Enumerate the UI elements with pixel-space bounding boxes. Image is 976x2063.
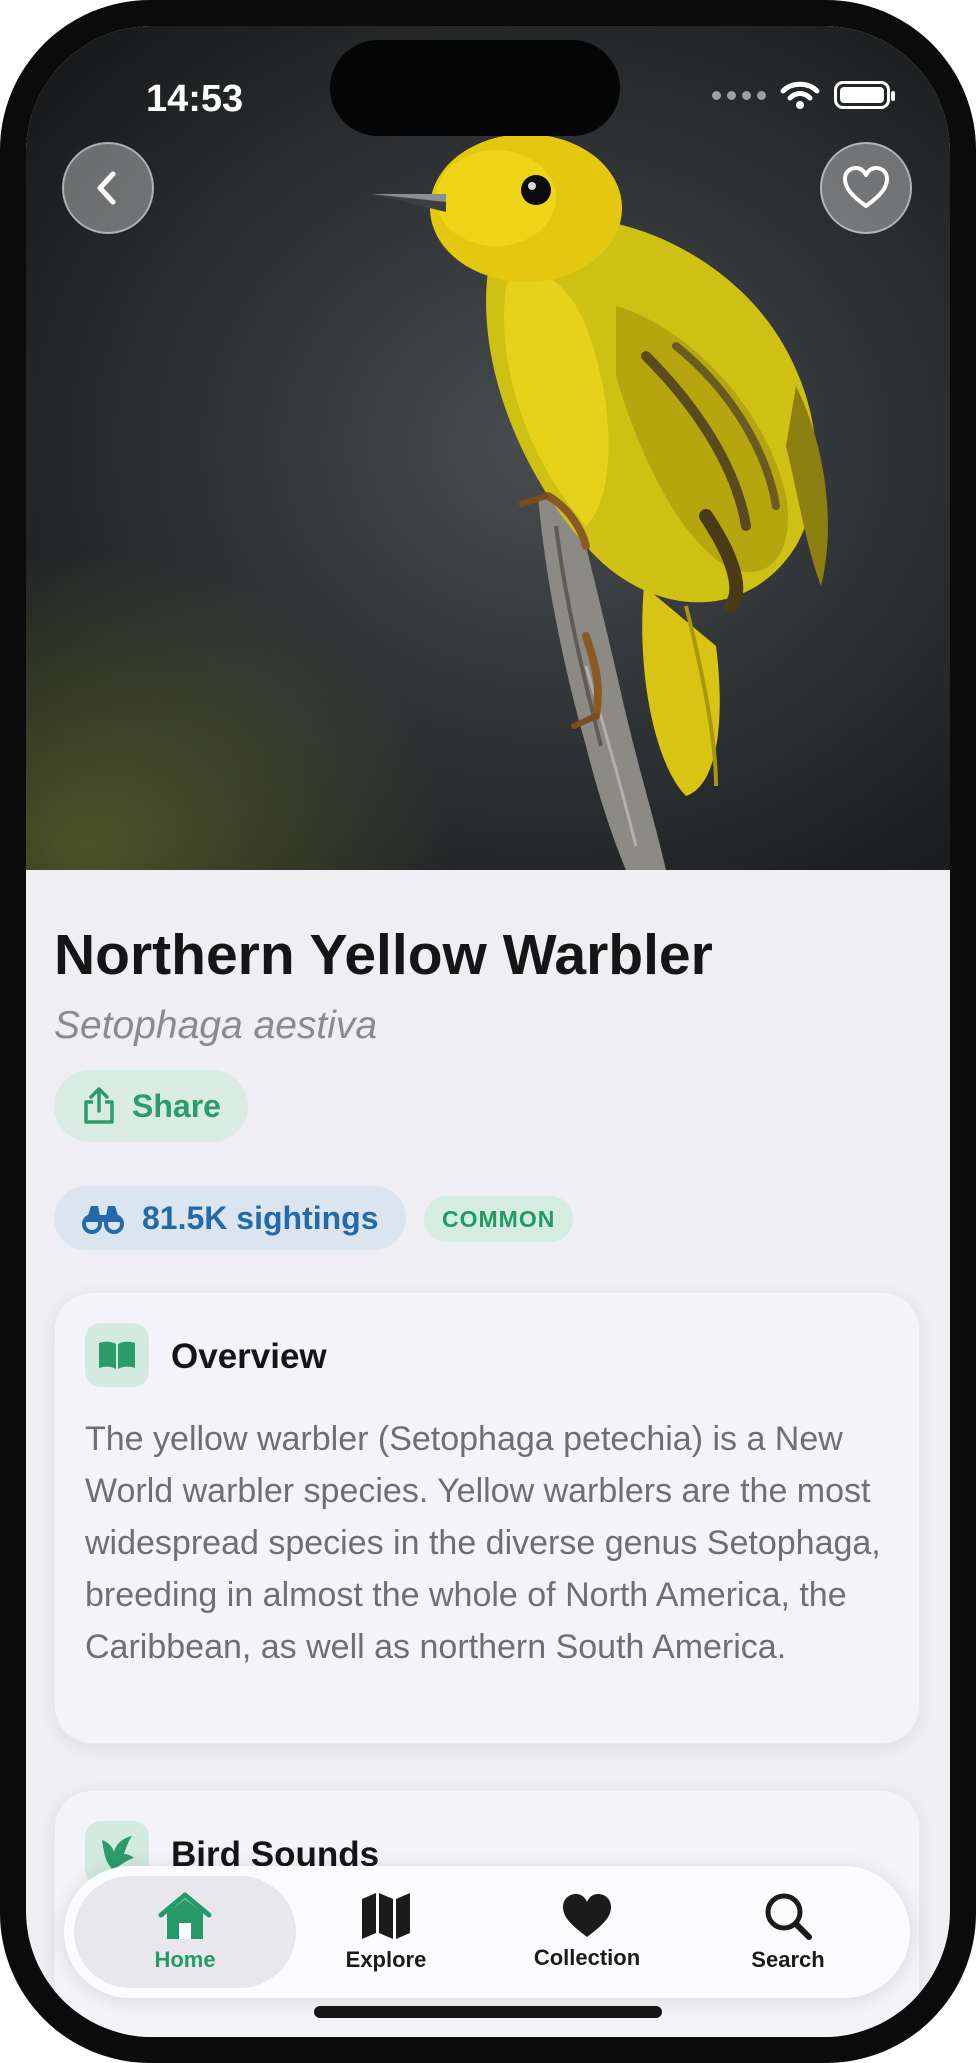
overview-text: The yellow warbler (Setophaga petechia) … bbox=[85, 1420, 881, 1666]
device-frame: 14:53 Northern Yellow Warbler Setophaga … bbox=[0, 0, 976, 2063]
open-book-icon bbox=[99, 1341, 135, 1369]
tab-bar: Home Explore Collection Search bbox=[64, 1866, 910, 1998]
tab-explore[interactable]: Explore bbox=[286, 1866, 486, 1998]
app-screen: 14:53 Northern Yellow Warbler Setophaga … bbox=[26, 26, 950, 2037]
share-label: Share bbox=[132, 1087, 221, 1124]
tab-collection-label: Collection bbox=[533, 1945, 641, 1970]
status-indicators bbox=[712, 80, 895, 110]
tab-search-label: Search bbox=[751, 1947, 825, 1972]
species-common-name: Northern Yellow Warbler bbox=[54, 923, 713, 987]
favorite-button[interactable] bbox=[820, 142, 912, 234]
tab-explore-label: Explore bbox=[345, 1947, 427, 1972]
magnifier-icon bbox=[765, 1893, 812, 1940]
tab-home-label: Home bbox=[154, 1947, 216, 1972]
cellular-dots-icon bbox=[712, 90, 766, 100]
tab-search[interactable]: Search bbox=[688, 1866, 888, 1998]
wifi-icon bbox=[780, 81, 820, 109]
yellow-warbler-illustration bbox=[372, 134, 828, 870]
share-button[interactable]: Share bbox=[54, 1070, 248, 1142]
species-scientific-name: Setophaga aestiva bbox=[54, 1004, 378, 1047]
tab-home[interactable]: Home bbox=[85, 1866, 285, 1998]
status-time: 14:53 bbox=[146, 78, 244, 120]
home-indicator bbox=[314, 2006, 662, 2018]
binoculars-icon bbox=[82, 1206, 124, 1234]
overview-card: Overview The yellow warbler (Setophaga p… bbox=[54, 1292, 920, 1744]
tab-collection[interactable]: Collection bbox=[487, 1866, 687, 1998]
sightings-count: 81.5K sightings bbox=[142, 1199, 379, 1236]
overview-icon-tile bbox=[85, 1323, 149, 1387]
dynamic-island bbox=[330, 40, 620, 136]
house-icon bbox=[158, 1892, 212, 1939]
share-icon bbox=[84, 1087, 114, 1124]
back-button[interactable] bbox=[62, 142, 154, 234]
battery-icon bbox=[834, 81, 895, 109]
heart-outline-icon bbox=[843, 166, 889, 208]
bird-photo: 14:53 bbox=[26, 26, 950, 870]
map-icon bbox=[362, 1893, 410, 1939]
overview-title: Overview bbox=[171, 1337, 327, 1376]
heart-icon bbox=[563, 1894, 611, 1937]
sightings-chip: 81.5K sightings bbox=[54, 1186, 406, 1250]
chevron-left-icon bbox=[97, 171, 116, 205]
abundance-badge: COMMON bbox=[424, 1196, 574, 1242]
